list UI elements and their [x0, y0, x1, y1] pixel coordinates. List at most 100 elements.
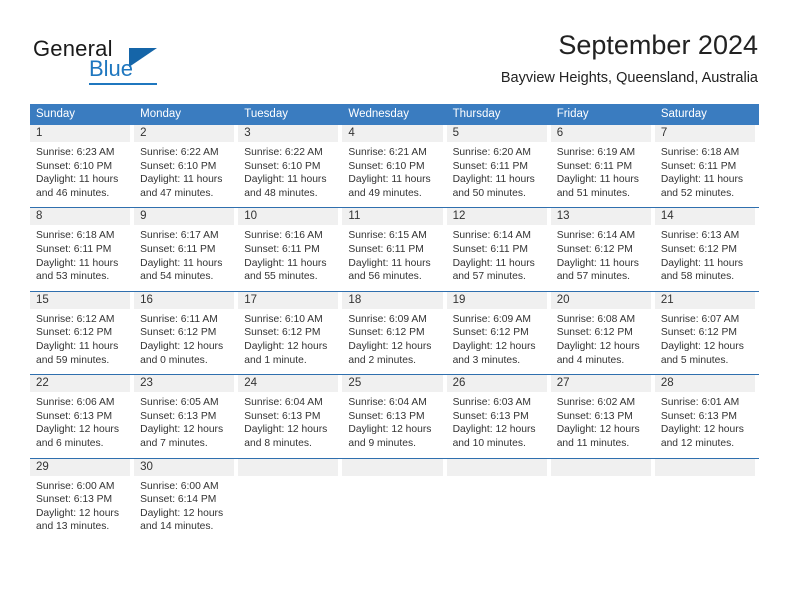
day-number: 8: [30, 208, 131, 226]
calendar-day-cell[interactable]: 29 Sunrise: 6:00 AM Sunset: 6:13 PM Dayligh…: [30, 458, 135, 534]
calendar-grid: Sunday Monday Tuesday Wednesday Thursday Frid…: [30, 104, 759, 534]
day-number: 2: [134, 125, 235, 142]
daylight-text-line2: and 5 minutes.: [660, 354, 729, 366]
calendar-day-cell[interactable]: 12 Sunrise: 6:14 AM Sunset: 6:11 PM Dayligh…: [446, 208, 551, 284]
sunrise-text: Sunrise: 6:19 AM: [556, 147, 636, 158]
general-blue-logo: General Blue: [33, 36, 233, 85]
calendar-day-cell[interactable]: 24 Sunrise: 6:04 AM Sunset: 6:13 PM Dayligh…: [238, 375, 343, 451]
calendar-day-cell[interactable]: 23 Sunrise: 6:05 AM Sunset: 6:13 PM Dayligh…: [134, 375, 239, 451]
calendar-day-cell[interactable]: 22 Sunrise: 6:06 AM Sunset: 6:13 PM Dayligh…: [30, 375, 135, 451]
calendar-day-cell[interactable]: 21 Sunrise: 6:07 AM Sunset: 6:12 PM Dayligh…: [654, 291, 759, 368]
day-number: 12: [446, 208, 547, 226]
sunset-text: Sunset: 6:12 PM: [556, 243, 633, 255]
day-details: Sunrise: 6:05 AM Sunset: 6:13 PM Daylight:…: [134, 392, 234, 450]
day-details: Sunrise: 6:04 AM Sunset: 6:13 PM Daylight:…: [238, 392, 338, 450]
calendar-day-cell[interactable]: 17 Sunrise: 6:10 AM Sunset: 6:12 PM Dayligh…: [238, 291, 343, 368]
daylight-text-line1: Daylight: 12 hours: [348, 340, 432, 352]
day-details: Sunrise: 6:19 AM Sunset: 6:11 PM Daylight:…: [551, 142, 651, 200]
sunrise-text: Sunrise: 6:05 AM: [140, 397, 219, 409]
sunset-text: Sunset: 6:10 PM: [348, 160, 425, 172]
daylight-text-line1: Daylight: 11 hours: [36, 340, 119, 352]
day-details: Sunrise: 6:18 AM Sunset: 6:11 PM Daylight:…: [655, 142, 755, 200]
day-number: 13: [550, 208, 651, 226]
daylight-text-line2: and 55 minutes.: [244, 271, 318, 283]
calendar-day-cell[interactable]: 7 Sunrise: 6:18 AM Sunset: 6:11 PM Daylight…: [654, 125, 759, 201]
day-number: 5: [446, 125, 547, 142]
daylight-text-line1: Daylight: 12 hours: [660, 340, 744, 352]
calendar-day-cell[interactable]: 30 Sunrise: 6:00 AM Sunset: 6:14 PM Dayligh…: [134, 458, 239, 534]
calendar-day-cell[interactable]: 15 Sunrise: 6:12 AM Sunset: 6:12 PM Dayligh…: [30, 291, 135, 368]
calendar-day-cell[interactable]: 13 Sunrise: 6:14 AM Sunset: 6:12 PM Dayligh…: [550, 208, 655, 284]
sunrise-text: Sunrise: 6:00 AM: [36, 480, 115, 492]
calendar-day-cell[interactable]: 27 Sunrise: 6:02 AM Sunset: 6:13 PM Dayligh…: [550, 375, 655, 451]
sunrise-text: Sunrise: 6:00 AM: [140, 480, 219, 492]
calendar-day-cell[interactable]: 4 Sunrise: 6:21 AM Sunset: 6:10 PM Daylight…: [342, 125, 447, 201]
day-number: 19: [446, 291, 547, 309]
daylight-text-line1: Daylight: 12 hours: [556, 340, 640, 352]
calendar-day-cell[interactable]: 20 Sunrise: 6:08 AM Sunset: 6:12 PM Dayligh…: [550, 291, 655, 368]
calendar-day-cell[interactable]: 16 Sunrise: 6:11 AM Sunset: 6:12 PM Dayligh…: [134, 291, 239, 368]
calendar-day-cell-empty: [342, 458, 447, 534]
calendar-page: General Blue September 2024 Bayview Heig…: [0, 0, 792, 612]
day-number: 20: [550, 291, 651, 309]
daylight-text-line1: Daylight: 11 hours: [660, 174, 744, 186]
sunset-text: Sunset: 6:12 PM: [36, 327, 113, 339]
day-details: Sunrise: 6:00 AM Sunset: 6:13 PM Daylight:…: [30, 476, 130, 534]
daylight-text-line1: Daylight: 11 hours: [348, 257, 431, 269]
sunrise-text: Sunrise: 6:04 AM: [348, 397, 427, 409]
calendar-day-cell[interactable]: 2 Sunrise: 6:22 AM Sunset: 6:10 PM Daylight…: [134, 125, 239, 201]
weekday-header-thursday: Thursday: [452, 108, 501, 120]
day-number: [446, 458, 547, 476]
day-details: Sunrise: 6:18 AM Sunset: 6:11 PM Daylight:…: [30, 225, 130, 283]
daylight-text-line1: Daylight: 11 hours: [660, 257, 744, 269]
weekday-header-tuesday: Tuesday: [244, 108, 288, 120]
calendar-day-cell[interactable]: 28 Sunrise: 6:01 AM Sunset: 6:13 PM Dayligh…: [654, 375, 759, 451]
calendar-day-cell[interactable]: 19 Sunrise: 6:09 AM Sunset: 6:12 PM Dayligh…: [446, 291, 551, 368]
sunrise-text: Sunrise: 6:13 AM: [660, 230, 740, 242]
sunrise-text: Sunrise: 6:17 AM: [140, 230, 219, 242]
day-details: [447, 476, 547, 480]
day-details: Sunrise: 6:22 AM Sunset: 6:10 PM Daylight:…: [134, 142, 234, 200]
calendar-day-cell[interactable]: 10 Sunrise: 6:16 AM Sunset: 6:11 PM Dayligh…: [238, 208, 343, 284]
daylight-text-line2: and 7 minutes.: [140, 437, 208, 449]
sunrise-text: Sunrise: 6:03 AM: [452, 397, 531, 409]
sunrise-text: Sunrise: 6:21 AM: [348, 147, 427, 158]
day-details: Sunrise: 6:02 AM Sunset: 6:13 PM Daylight:…: [551, 392, 651, 450]
day-details: Sunrise: 6:04 AM Sunset: 6:13 PM Daylight:…: [342, 392, 442, 450]
title-block: September 2024 Bayview Heights, Queensla…: [501, 28, 758, 88]
calendar-day-cell[interactable]: 5 Sunrise: 6:20 AM Sunset: 6:11 PM Daylight…: [446, 125, 551, 201]
day-details: [238, 476, 338, 480]
calendar-day-cell[interactable]: 9 Sunrise: 6:17 AM Sunset: 6:11 PM Daylight…: [134, 208, 239, 284]
calendar-day-cell[interactable]: 8 Sunrise: 6:18 AM Sunset: 6:11 PM Daylight…: [30, 208, 135, 284]
calendar-day-cell[interactable]: 14 Sunrise: 6:13 AM Sunset: 6:12 PM Dayligh…: [654, 208, 759, 284]
day-number: 14: [654, 208, 755, 226]
calendar-day-cell-empty: [238, 458, 343, 534]
sunrise-text: Sunrise: 6:02 AM: [556, 397, 636, 409]
sunrise-text: Sunrise: 6:22 AM: [140, 147, 219, 158]
calendar-day-cell[interactable]: 6 Sunrise: 6:19 AM Sunset: 6:11 PM Daylight…: [550, 125, 655, 201]
day-details: Sunrise: 6:00 AM Sunset: 6:14 PM Daylight:…: [134, 476, 234, 534]
sunrise-text: Sunrise: 6:12 AM: [36, 313, 115, 325]
day-details: [655, 476, 755, 480]
day-details: Sunrise: 6:16 AM Sunset: 6:11 PM Daylight:…: [238, 225, 338, 283]
daylight-text-line1: Daylight: 11 hours: [244, 174, 327, 186]
sunset-text: Sunset: 6:11 PM: [140, 243, 216, 255]
day-number: 15: [30, 291, 131, 309]
calendar-day-cell[interactable]: 25 Sunrise: 6:04 AM Sunset: 6:13 PM Dayligh…: [342, 375, 447, 451]
calendar-day-cell[interactable]: 3 Sunrise: 6:22 AM Sunset: 6:10 PM Daylight…: [238, 125, 343, 201]
day-number: 23: [134, 375, 235, 393]
calendar-day-cell[interactable]: 18 Sunrise: 6:09 AM Sunset: 6:12 PM Dayligh…: [342, 291, 447, 368]
daylight-text-line2: and 10 minutes.: [452, 437, 526, 449]
sunset-text: Sunset: 6:12 PM: [660, 327, 737, 339]
sunset-text: Sunset: 6:14 PM: [140, 494, 217, 506]
calendar-day-cell[interactable]: 1 Sunrise: 6:23 AM Sunset: 6:10 PM Daylight…: [30, 125, 135, 201]
daylight-text-line2: and 3 minutes.: [452, 354, 521, 366]
sunrise-text: Sunrise: 6:15 AM: [348, 230, 427, 242]
calendar-day-cell[interactable]: 11 Sunrise: 6:15 AM Sunset: 6:11 PM Dayligh…: [342, 208, 447, 284]
daylight-text-line1: Daylight: 11 hours: [452, 174, 535, 186]
page-title: September 2024: [558, 30, 758, 60]
day-number: 28: [654, 375, 755, 393]
sunset-text: Sunset: 6:12 PM: [244, 327, 321, 339]
calendar-day-cell[interactable]: 26 Sunrise: 6:03 AM Sunset: 6:13 PM Dayligh…: [446, 375, 551, 451]
day-number: 1: [30, 125, 131, 142]
